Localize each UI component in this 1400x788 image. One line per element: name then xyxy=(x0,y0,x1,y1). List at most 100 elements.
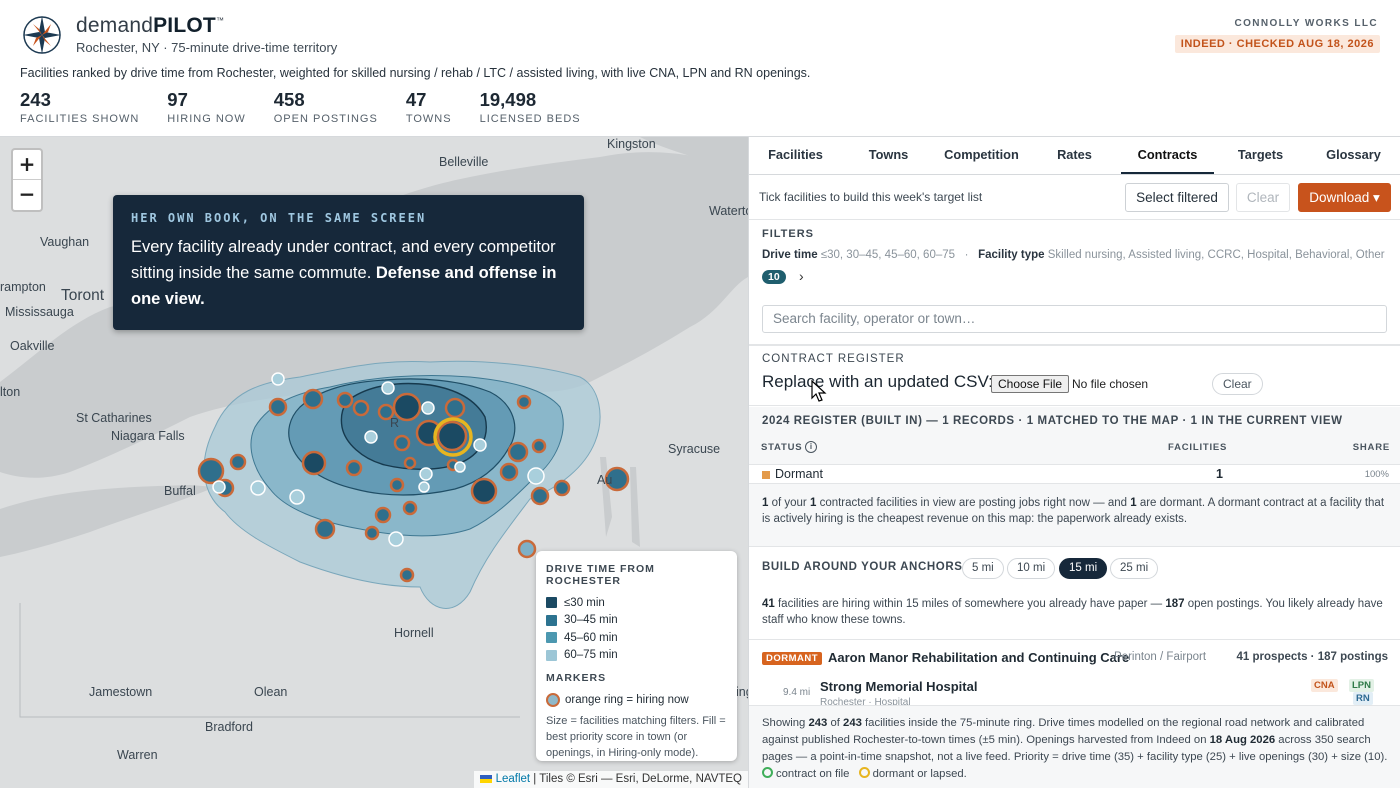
place-label: Syracuse xyxy=(668,442,721,456)
legend-swatch xyxy=(546,597,557,609)
stat-facilities-shown: 243 FACILITIES SHOWN xyxy=(20,89,140,126)
place-label: Niagara Falls xyxy=(111,429,185,443)
anchor-prospect-group[interactable]: DORMANT Aaron Manor Rehabilitation and C… xyxy=(749,641,1400,705)
legend-markers-title: MARKERS xyxy=(546,672,607,684)
facility-count: 1 xyxy=(1216,467,1223,481)
insight-callout: HER OWN BOOK, ON THE SAME SCREEN Every f… xyxy=(113,195,584,330)
place-label: Olean xyxy=(254,685,288,699)
register-summary: 2024 REGISTER (BUILT IN) — 1 RECORDS · 1… xyxy=(749,407,1400,547)
place-label: Vaughan xyxy=(40,235,90,249)
status-name: Dormant xyxy=(775,467,823,481)
contract-register-title: CONTRACT REGISTER xyxy=(762,353,905,365)
stat-licensed-beds: 19,498 LICENSED BEDS xyxy=(479,89,581,126)
tab-towns[interactable]: Towns xyxy=(842,137,935,174)
prospect-facility-name[interactable]: Strong Memorial Hospital xyxy=(820,679,977,694)
legend-ring: orange ring = hiring now xyxy=(546,691,727,709)
info-icon[interactable]: i xyxy=(805,441,817,453)
tab-targets[interactable]: Targets xyxy=(1214,137,1307,174)
legend-band: 30–45 min xyxy=(546,612,727,630)
hiring-ring-icon xyxy=(546,692,560,707)
anchors-section: BUILD AROUND YOUR ANCHORS 5 mi 10 mi 15 … xyxy=(749,548,1400,640)
select-filtered-button[interactable]: Select filtered xyxy=(1125,183,1229,212)
place-label: rampton xyxy=(0,280,46,294)
radius-chip-5[interactable]: 5 mi xyxy=(962,558,1004,579)
place-label: R xyxy=(390,416,400,430)
map-legend: DRIVE TIME FROM ROCHESTER ≤30 min 30–45 … xyxy=(536,551,737,761)
col-share: SHARE xyxy=(1352,442,1390,453)
zoom-out-button[interactable]: − xyxy=(13,180,41,210)
radius-chip-25[interactable]: 25 mi xyxy=(1110,558,1159,579)
legend-swatch xyxy=(546,632,557,644)
place-label: St Catharines xyxy=(76,411,152,425)
col-facilities: FACILITIES xyxy=(1168,442,1228,453)
company-name: CONNOLLY WORKS LLC xyxy=(1234,18,1378,29)
search-input[interactable]: Search facility, operator or town… xyxy=(762,305,1387,333)
choose-file-button[interactable]: Choose File xyxy=(991,375,1070,393)
place-label: Oakville xyxy=(10,339,55,353)
place-label: Waterto xyxy=(709,204,748,218)
role-badge-cna: CNA xyxy=(1311,679,1338,692)
clear-selection-button[interactable]: Clear xyxy=(1236,183,1290,212)
legend-band: ≤30 min xyxy=(546,594,727,612)
anchors-note: 41 facilities are hiring within 15 miles… xyxy=(762,598,1383,626)
radius-chip-15[interactable]: 15 mi xyxy=(1059,558,1108,579)
leaflet-link[interactable]: Leaflet xyxy=(496,773,531,785)
anchor-facility-name: Aaron Manor Rehabilitation and Continuin… xyxy=(828,650,1130,665)
active-filters-summary[interactable]: Drive time ≤30, 30–45, 45–60, 60–75 · Fa… xyxy=(762,249,1385,261)
stat-hiring-now: 97 HIRING NOW xyxy=(167,89,246,126)
place-label: Belleville xyxy=(439,155,489,169)
status-swatch xyxy=(762,471,770,479)
tab-glossary[interactable]: Glossary xyxy=(1307,137,1400,174)
filters-title: FILTERS xyxy=(762,228,815,240)
stat-open-postings: 458 OPEN POSTINGS xyxy=(273,89,378,126)
place-label: Hornell xyxy=(394,626,434,640)
selection-toolbar: Tick facilities to build this week's tar… xyxy=(749,175,1400,220)
callout-eyebrow: HER OWN BOOK, ON THE SAME SCREEN xyxy=(131,211,427,225)
place-label: ingha xyxy=(736,685,748,699)
brand-name: demandPILOT™ xyxy=(76,14,225,37)
territory-map[interactable]: + − Belleville Kingston Waterto Vaughan … xyxy=(0,137,748,788)
app-header: demandPILOT™ Rochester, NY · 75-minute d… xyxy=(0,0,1400,137)
place-label: Mississauga xyxy=(5,305,74,319)
callout-body: Every facility already under contract, a… xyxy=(131,238,557,308)
csv-upload-label: Replace with an updated CSV: xyxy=(762,372,993,391)
legend-band: 45–60 min xyxy=(546,629,727,647)
chevron-right-icon[interactable]: › xyxy=(799,268,804,284)
register-title: 2024 REGISTER (BUILT IN) — 1 RECORDS · 1… xyxy=(762,415,1343,427)
legend-swatch xyxy=(546,649,557,661)
filter-count-badge[interactable]: 10 xyxy=(762,270,786,284)
anchors-title: BUILD AROUND YOUR ANCHORS xyxy=(762,561,963,573)
flag-icon xyxy=(479,774,492,783)
map-attribution: Leaflet | Tiles © Esri — Esri, DeLorme, … xyxy=(473,771,748,788)
place-label: Warren xyxy=(117,748,158,762)
place-label: lton xyxy=(0,385,21,399)
dormant-ring-icon xyxy=(858,767,870,778)
place-label: Toront xyxy=(61,287,105,304)
compass-logo-icon xyxy=(23,16,61,54)
stats-bar: 243 FACILITIES SHOWN 97 HIRING NOW 458 O… xyxy=(20,89,609,126)
methodology-footer: Showing 243 of 243 facilities inside the… xyxy=(749,705,1400,788)
table-row[interactable]: Dormant 1 100% xyxy=(749,464,1400,484)
clear-csv-button[interactable]: Clear xyxy=(1212,373,1263,395)
tab-competition[interactable]: Competition xyxy=(935,137,1028,174)
tab-contracts[interactable]: Contracts xyxy=(1121,137,1214,174)
dormant-tag: DORMANT xyxy=(762,652,823,665)
mouse-cursor-icon xyxy=(811,380,827,402)
share-value: 100% xyxy=(1364,469,1389,480)
tab-rates[interactable]: Rates xyxy=(1028,137,1121,174)
file-status: No file chosen xyxy=(1072,377,1149,391)
place-label: Au xyxy=(597,473,613,487)
page-description: Facilities ranked by drive time from Roc… xyxy=(20,66,811,80)
place-label: Buffal xyxy=(164,484,196,498)
contract-ring-icon xyxy=(762,767,773,778)
radius-chip-10[interactable]: 10 mi xyxy=(1007,558,1056,579)
tab-facilities[interactable]: Facilities xyxy=(749,137,842,174)
territory-subtitle: Rochester, NY · 75-minute drive-time ter… xyxy=(76,40,338,55)
register-note: 1 of your 1 contracted facilities in vie… xyxy=(762,497,1385,525)
side-panel: Facilities Towns Competition Rates Contr… xyxy=(748,137,1400,788)
download-button[interactable]: Download ▾ xyxy=(1298,183,1391,212)
stat-towns: 47 TOWNS xyxy=(405,89,452,126)
anchor-location: Perinton / Fairport xyxy=(1114,651,1207,663)
zoom-in-button[interactable]: + xyxy=(13,150,41,180)
contract-register-section: CONTRACT REGISTER Replace with an update… xyxy=(749,345,1400,406)
